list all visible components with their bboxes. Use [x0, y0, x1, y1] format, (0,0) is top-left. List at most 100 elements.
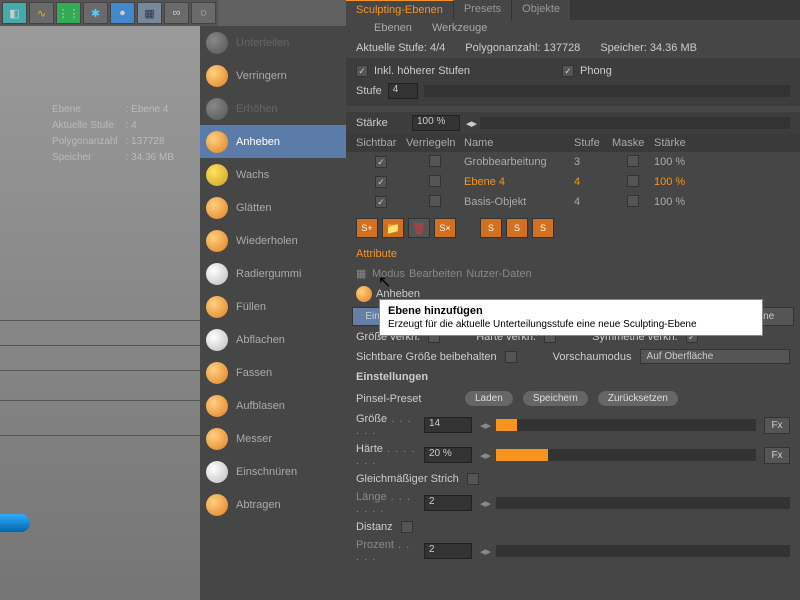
tool-wachs[interactable]: Wachs: [200, 158, 346, 191]
tool-unterteilen[interactable]: Unterteilen: [200, 26, 346, 59]
bulb-icon[interactable]: ◌: [191, 2, 216, 24]
layer-btn-5[interactable]: S: [480, 218, 502, 238]
mode-label[interactable]: Modus: [372, 268, 405, 280]
tab-objekte[interactable]: Objekte: [512, 0, 571, 20]
delete-layer-button[interactable]: 🗑: [408, 218, 430, 238]
save-button[interactable]: Speichern: [522, 390, 589, 407]
staerke-input[interactable]: 100 %: [412, 115, 460, 131]
tool-icon: [206, 98, 228, 120]
phong-checkbox[interactable]: ✓: [562, 65, 574, 77]
tool-einschnüren[interactable]: Einschnüren: [200, 455, 346, 488]
layer-lock-check[interactable]: [429, 175, 441, 187]
stufe-input[interactable]: 4: [388, 83, 418, 99]
layer-lock-check[interactable]: [429, 155, 441, 167]
info-row: Aktuelle Stufe: 4/4 Polygonanzahl: 13772…: [346, 38, 800, 58]
tool-icon: [206, 296, 228, 318]
tab-presets[interactable]: Presets: [454, 0, 512, 20]
even-stroke-label: Gleichmäßiger Strich: [356, 473, 459, 485]
tool-label: Radiergummi: [236, 268, 301, 280]
stufe-slider[interactable]: [424, 85, 790, 97]
add-folder-button[interactable]: 📁: [382, 218, 404, 238]
tool-fassen[interactable]: Fassen: [200, 356, 346, 389]
hard-input[interactable]: 20 %: [424, 447, 472, 463]
subtab-werkzeuge[interactable]: Werkzeuge: [422, 20, 497, 38]
tool-icon: [206, 65, 228, 87]
tool-glätten[interactable]: Glätten: [200, 191, 346, 224]
emitter-icon[interactable]: ✱: [83, 2, 108, 24]
tool-aufblasen[interactable]: Aufblasen: [200, 389, 346, 422]
layer-rows: ✓Grobbearbeitung3100 %✓Ebene 44100 %✓Bas…: [346, 152, 800, 212]
tool-erhöhen[interactable]: Erhöhen: [200, 92, 346, 125]
layer-vis-check[interactable]: ✓: [375, 156, 387, 168]
tool-anheben[interactable]: Anheben: [200, 125, 346, 158]
sub-tabs: Ebenen Werkzeuge: [346, 20, 800, 38]
inkl-label: Inkl. höherer Stufen: [374, 65, 470, 77]
top-toolbar: ◧ ∿ ⋮⋮ ✱ ● ▦ ∞ ◌: [0, 0, 218, 26]
grid-icon[interactable]: ▦: [137, 2, 162, 24]
spiral-icon[interactable]: ∿: [29, 2, 54, 24]
tool-wiederholen[interactable]: Wiederholen: [200, 224, 346, 257]
tool-label: Abflachen: [236, 334, 285, 346]
size-input[interactable]: 14: [424, 417, 472, 433]
tool-messer[interactable]: Messer: [200, 422, 346, 455]
layer-btn-6[interactable]: S: [506, 218, 528, 238]
layer-row[interactable]: ✓Grobbearbeitung3100 %: [346, 152, 800, 172]
preview-mode-select[interactable]: Auf Oberfläche: [640, 349, 790, 364]
add-layer-button[interactable]: S+: [356, 218, 378, 238]
layer-name: Basis-Objekt: [464, 196, 574, 208]
layer-mask-check[interactable]: [627, 155, 639, 167]
layer-vis-check[interactable]: ✓: [375, 196, 387, 208]
tool-abtragen[interactable]: Abtragen: [200, 488, 346, 521]
edit-label[interactable]: Bearbeiten: [409, 268, 462, 280]
layer-mask-check[interactable]: [627, 175, 639, 187]
even-stroke-check[interactable]: [467, 473, 479, 485]
viewport-grid: [0, 300, 200, 500]
layer-row[interactable]: ✓Ebene 44100 %: [346, 172, 800, 192]
reset-button[interactable]: Zurücksetzen: [597, 390, 679, 407]
distance-check[interactable]: [401, 521, 413, 533]
length-slider[interactable]: [496, 497, 790, 509]
array-icon[interactable]: ⋮⋮: [56, 2, 81, 24]
layer-strength: 100 %: [654, 196, 704, 208]
subtab-ebenen[interactable]: Ebenen: [364, 20, 422, 38]
mesh-object[interactable]: [0, 514, 30, 532]
tool-icon: [206, 362, 228, 384]
visible-size-check[interactable]: [505, 351, 517, 363]
percent-slider[interactable]: [496, 545, 790, 557]
staerke-slider[interactable]: [480, 117, 790, 129]
goggle-icon[interactable]: ∞: [164, 2, 189, 24]
tool-label: Messer: [236, 433, 272, 445]
viewport-info: Ebene: Ebene 4Aktuelle Stufe: 4Polygonan…: [50, 101, 182, 167]
tool-icon: [206, 461, 228, 483]
layer-name: Ebene 4: [464, 176, 574, 188]
userdata-label[interactable]: Nutzer-Daten: [466, 268, 531, 280]
layer-mask-check[interactable]: [627, 195, 639, 207]
percent-input[interactable]: 2: [424, 543, 472, 559]
hard-fx-button[interactable]: Fx: [764, 447, 790, 464]
tab-sculpting-ebenen[interactable]: Sculpting-Ebenen: [346, 0, 454, 20]
layer-vis-check[interactable]: ✓: [375, 176, 387, 188]
viewport[interactable]: Ebene: Ebene 4Aktuelle Stufe: 4Polygonan…: [0, 26, 200, 600]
layer-row[interactable]: ✓ Basis-Objekt4 100 %: [346, 192, 800, 212]
inkl-checkbox[interactable]: ✓: [356, 65, 368, 77]
layer-lock-check[interactable]: [429, 195, 441, 207]
hard-slider[interactable]: [496, 449, 756, 461]
load-button[interactable]: Laden: [464, 390, 514, 407]
tool-füllen[interactable]: Füllen: [200, 290, 346, 323]
layer-btn-7[interactable]: S: [532, 218, 554, 238]
tool-icon: [206, 263, 228, 285]
preview-mode-label: Vorschaumodus: [553, 351, 632, 363]
tool-label: Einschnüren: [236, 466, 297, 478]
tool-verringern[interactable]: Verringern: [200, 59, 346, 92]
tool-label: Füllen: [236, 301, 266, 313]
tool-radiergummi[interactable]: Radiergummi: [200, 257, 346, 290]
size-fx-button[interactable]: Fx: [764, 417, 790, 434]
sphere-icon[interactable]: ●: [110, 2, 135, 24]
cube-icon[interactable]: ◧: [2, 2, 27, 24]
tool-abflachen[interactable]: Abflachen: [200, 323, 346, 356]
length-input[interactable]: 2: [424, 495, 472, 511]
tool-icon: [206, 428, 228, 450]
layer-btn-4[interactable]: S×: [434, 218, 456, 238]
size-slider[interactable]: [496, 419, 756, 431]
layer-level: 4: [574, 196, 612, 208]
